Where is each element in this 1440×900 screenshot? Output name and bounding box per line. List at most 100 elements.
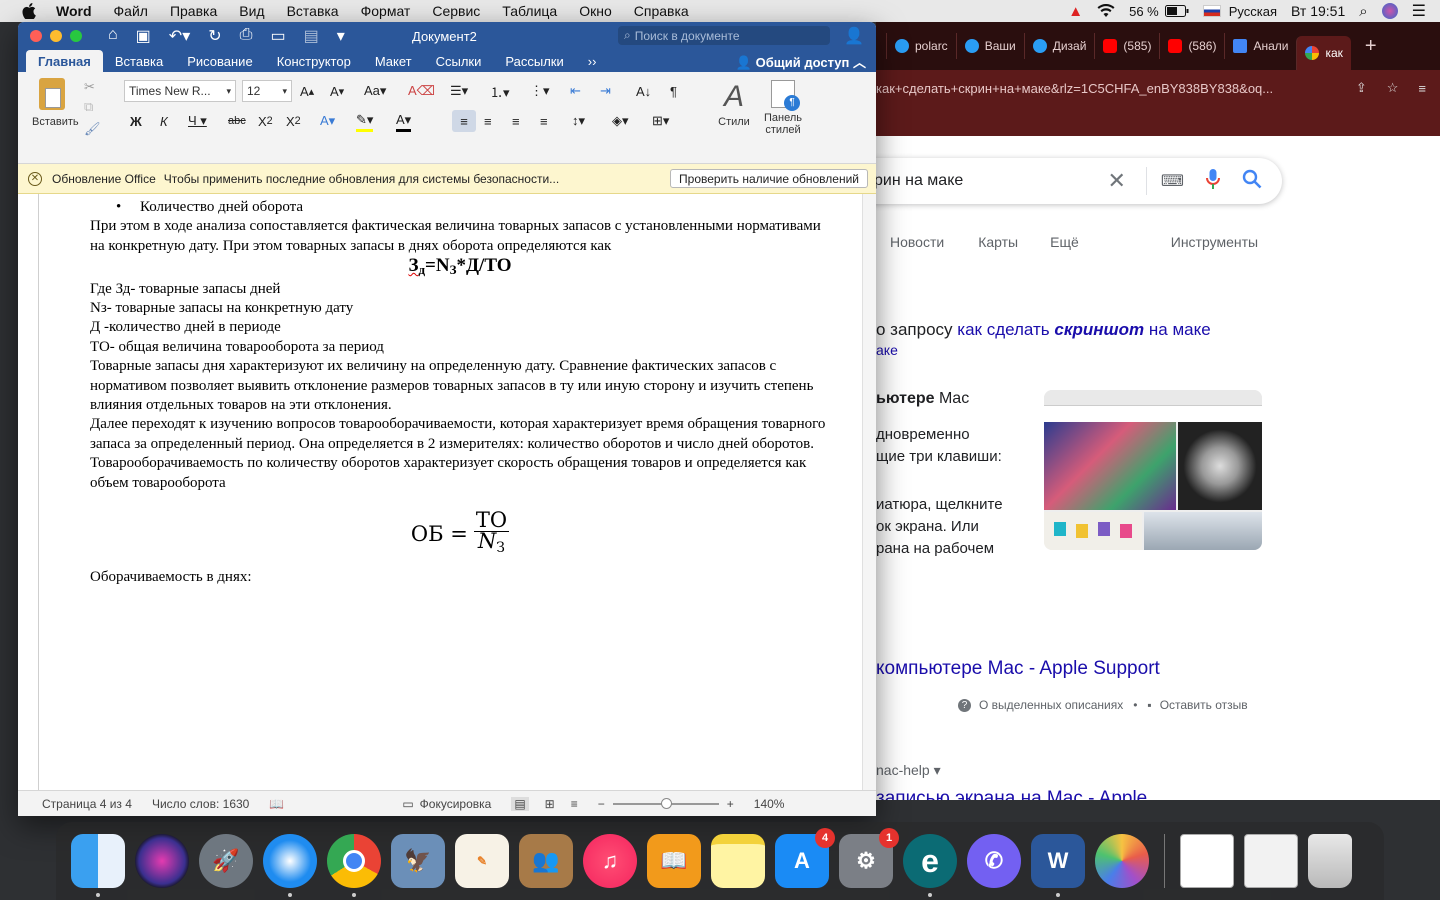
highlight-icon[interactable]: ✎▾ xyxy=(356,110,374,132)
check-updates-button[interactable]: Проверить наличие обновлений xyxy=(670,169,868,188)
vertical-scrollbar[interactable] xyxy=(862,194,876,790)
template-icon[interactable]: ▭ xyxy=(270,26,285,46)
menu-view[interactable]: Вид xyxy=(239,3,264,19)
safari-icon[interactable] xyxy=(263,834,317,897)
print-icon[interactable]: ⎙ xyxy=(240,26,253,46)
superscript-button[interactable]: X2 xyxy=(286,110,301,132)
copy-icon[interactable]: ⧉ xyxy=(84,96,93,118)
align-center-button[interactable]: ≡ xyxy=(484,110,492,132)
grow-font-icon[interactable]: A ▴ xyxy=(300,80,314,102)
clock[interactable]: Вт 19:51 xyxy=(1291,3,1345,19)
bold-button[interactable]: Ж xyxy=(130,110,142,132)
font-size-select[interactable]: 12 ▾ xyxy=(242,80,292,102)
styles-pane-button[interactable]: ¶ Панель стилей xyxy=(758,80,808,136)
browser-tab[interactable]: Анали xyxy=(1224,33,1296,59)
menu-help[interactable]: Справка xyxy=(634,3,689,19)
cut-icon[interactable]: ✂ xyxy=(84,76,95,98)
browser-tab[interactable]: (585) xyxy=(1094,33,1159,59)
focus-mode-button[interactable]: Фокусировка xyxy=(420,797,492,811)
document-canvas[interactable]: Количество дней оборота При этом в ходе … xyxy=(18,194,876,790)
suggestion-sub[interactable]: аке xyxy=(876,342,898,358)
minimize-button[interactable] xyxy=(50,30,62,42)
chrome-icon[interactable] xyxy=(327,834,381,897)
web-layout-icon[interactable]: ⊞ xyxy=(545,797,555,811)
underline-button[interactable]: Ч ▾ xyxy=(188,110,207,132)
zoom-out-button[interactable]: − xyxy=(598,797,605,811)
tab-home[interactable]: Главная xyxy=(26,50,103,72)
focus-icon[interactable]: ▭ xyxy=(402,797,413,811)
document-body[interactable]: Количество дней оборота При этом в ходе … xyxy=(90,198,830,587)
menu-insert[interactable]: Вставка xyxy=(287,3,339,19)
line-spacing-icon[interactable]: ↕▾ xyxy=(572,110,585,132)
search-icon[interactable] xyxy=(1242,169,1262,194)
url-text[interactable]: как+сделать+скрин+на+маке&rlz=1C5CHFA_en… xyxy=(876,81,1356,96)
battery-percent[interactable]: 56 % xyxy=(1129,4,1159,19)
viber-icon[interactable]: ✆ xyxy=(967,834,1021,888)
menu-format[interactable]: Формат xyxy=(361,3,411,19)
browser-tab-active[interactable]: как xyxy=(1296,36,1351,70)
borders-icon[interactable]: ⊞▾ xyxy=(652,110,669,132)
input-language[interactable]: Русская xyxy=(1229,4,1277,19)
browser-tab[interactable]: Ваши xyxy=(955,33,1024,59)
menu-file[interactable]: Файл xyxy=(114,3,148,19)
finder-icon[interactable] xyxy=(71,834,125,897)
address-bar[interactable]: как+сделать+скрин+на+маке&rlz=1C5CHFA_en… xyxy=(876,70,1440,106)
paste-button[interactable]: Вставить xyxy=(32,78,79,128)
align-right-button[interactable]: ≡ xyxy=(512,110,520,132)
zoom-in-button[interactable]: + xyxy=(727,797,734,811)
draft-view-icon[interactable]: ≡ xyxy=(571,797,578,811)
menu-tools[interactable]: Сервис xyxy=(432,3,480,19)
google-search-box[interactable]: рин на маке ✕ ⌨ xyxy=(836,158,1282,204)
bullets-icon[interactable]: ☰▾ xyxy=(450,80,468,102)
menu-window[interactable]: Окно xyxy=(579,3,612,19)
account-icon[interactable]: 👤 xyxy=(844,26,864,46)
system-preferences-icon[interactable]: ⚙ 1 xyxy=(839,828,899,888)
launchpad-icon[interactable]: 🚀 xyxy=(199,834,253,888)
proofing-icon[interactable]: 📖 xyxy=(269,797,284,811)
trash-icon[interactable] xyxy=(1308,834,1352,888)
app-menu-word[interactable]: Word xyxy=(56,3,92,19)
undo-icon[interactable]: ↶▾ xyxy=(169,26,190,46)
tab-mailings[interactable]: Рассылки xyxy=(493,50,575,72)
battery-icon[interactable] xyxy=(1164,5,1189,17)
pages-icon[interactable]: ✎ xyxy=(455,834,509,888)
result-title-link[interactable]: компьютере Mac - Apple Support xyxy=(876,658,1160,680)
italic-button[interactable]: К xyxy=(160,110,168,132)
zoom-button[interactable] xyxy=(70,30,82,42)
show-marks-icon[interactable]: ¶ xyxy=(670,80,677,102)
font-name-select[interactable]: Times New R... ▾ xyxy=(124,80,236,102)
home-icon[interactable]: ⌂ xyxy=(108,26,118,46)
text-effects-icon[interactable]: A▾ xyxy=(320,110,335,132)
sort-icon[interactable]: A↓ xyxy=(636,80,651,102)
mic-icon[interactable] xyxy=(1206,168,1220,194)
redo-icon[interactable]: ↻ xyxy=(208,26,221,46)
align-left-button[interactable]: ≡ xyxy=(452,110,476,132)
new-tab-button[interactable]: + xyxy=(1365,35,1377,58)
clear-icon[interactable]: ✕ xyxy=(1107,168,1125,194)
subscript-button[interactable]: X2 xyxy=(258,110,273,132)
app-store-icon[interactable]: A4 xyxy=(775,828,835,888)
apple-icon[interactable] xyxy=(20,2,38,20)
browser-tab[interactable]: polarc xyxy=(886,33,956,59)
feedback-icon[interactable]: ▪ xyxy=(1147,698,1151,712)
contacts-icon[interactable]: 👥 xyxy=(519,834,573,888)
word-count[interactable]: Число слов: 1630 xyxy=(152,797,249,811)
dismiss-notice-icon[interactable]: ✕ xyxy=(28,171,42,186)
reading-list-icon[interactable]: ≡ xyxy=(1418,81,1426,96)
increase-indent-icon[interactable]: ⇥ xyxy=(600,80,611,102)
shrink-font-icon[interactable]: A ▾ xyxy=(330,80,344,102)
shading-icon[interactable]: ◈▾ xyxy=(612,110,629,132)
wifi-icon[interactable] xyxy=(1097,4,1115,18)
tab-draw[interactable]: Рисование xyxy=(175,50,264,72)
about-snippets-link[interactable]: О выделенных описаниях xyxy=(979,698,1123,712)
next-result-link[interactable]: записью экрана на Mac - Apple xyxy=(876,788,1147,800)
eset-icon[interactable]: e xyxy=(903,834,957,897)
share-button[interactable]: 👤 Общий доступ ︿ xyxy=(736,52,866,71)
format-painter-icon[interactable]: 🖌 xyxy=(84,118,101,140)
close-button[interactable] xyxy=(30,30,42,42)
nav-tools[interactable]: Инструменты xyxy=(1171,234,1258,250)
zoom-level[interactable]: 140% xyxy=(754,797,785,811)
chevron-down-icon[interactable]: ▾ xyxy=(934,762,941,778)
suggestion-link[interactable]: как сделать скриншот на маке xyxy=(957,320,1210,339)
siri-icon[interactable] xyxy=(1381,3,1398,19)
